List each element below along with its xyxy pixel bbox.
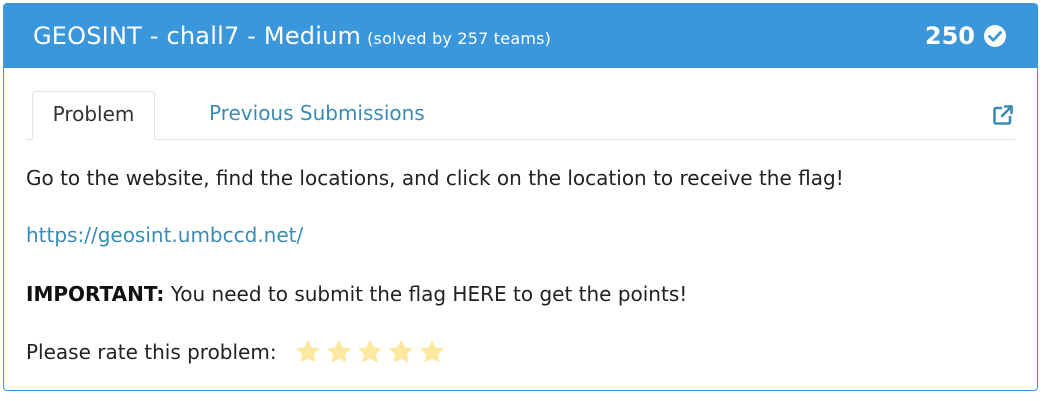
check-circle-icon xyxy=(984,25,1006,47)
challenge-description: Go to the website, find the locations, a… xyxy=(26,166,844,190)
solved-count: (solved by 257 teams) xyxy=(367,29,552,48)
rating-label: Please rate this problem: xyxy=(26,340,277,364)
star-icon[interactable] xyxy=(419,339,445,365)
external-link-icon[interactable] xyxy=(991,103,1015,127)
tab-previous-submissions[interactable]: Previous Submissions xyxy=(209,91,425,138)
important-notice: IMPORTANT: You need to submit the flag H… xyxy=(26,282,687,306)
challenge-card: GEOSINT - chall7 - Medium (solved by 257 … xyxy=(3,3,1038,391)
important-text: You need to submit the flag HERE to get … xyxy=(164,282,688,306)
star-icon[interactable] xyxy=(357,339,383,365)
tab-problem[interactable]: Problem xyxy=(32,91,155,140)
rating-row: Please rate this problem: xyxy=(26,339,450,365)
star-icon[interactable] xyxy=(326,339,352,365)
important-label: IMPORTANT: xyxy=(26,282,165,306)
challenge-link[interactable]: https://geosint.umbccd.net/ xyxy=(26,223,303,247)
star-icon[interactable] xyxy=(295,339,321,365)
challenge-name: GEOSINT - chall7 - Medium xyxy=(33,22,362,50)
rating-stars xyxy=(295,339,450,365)
tab-bar: Problem Previous Submissions xyxy=(26,89,1015,140)
challenge-points: 250 xyxy=(925,22,1007,50)
challenge-header: GEOSINT - chall7 - Medium (solved by 257 … xyxy=(4,4,1037,68)
points-value: 250 xyxy=(924,22,975,50)
star-icon[interactable] xyxy=(388,339,414,365)
challenge-title: GEOSINT - chall7 - Medium (solved by 257 … xyxy=(33,22,551,50)
